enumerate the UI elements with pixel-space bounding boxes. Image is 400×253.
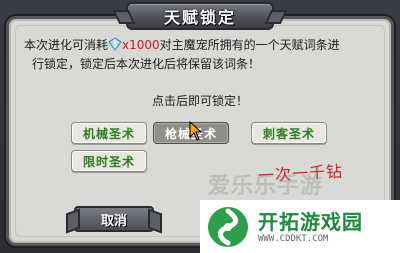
brand-logo-icon (206, 205, 250, 249)
dialog-title: 天赋锁定 (163, 8, 236, 27)
site-brand-banner: 开拓游戏园 WWW.CDDKT.COM (200, 200, 400, 253)
talent-option-assassin[interactable]: 刺客圣术 (251, 122, 327, 144)
talent-option-timed[interactable]: 限时圣术 (71, 150, 147, 172)
desc-suffix: 对主魔宠所拥有的一个天赋词条进 (159, 38, 340, 52)
pointer-cursor-icon (188, 120, 203, 141)
dialog-description: 本次进化可消耗 x1000对主魔宠所拥有的一个天赋词条进 行锁定，锁定后本次进化后… (24, 36, 376, 74)
desc-prefix: 本次进化可消耗 (24, 38, 109, 52)
cost-amount: x1000 (122, 38, 160, 52)
desc-line-2: 行锁定，锁定后本次进化后将保留该词条！ (32, 57, 261, 71)
tap-hint: 点击后即可锁定！ (151, 94, 248, 108)
brand-name: 开拓游戏园 (258, 209, 363, 234)
cancel-button[interactable]: 取消 (74, 206, 154, 232)
diamond-gem-icon (108, 37, 122, 51)
watermark-text: 爱乐乐手游 (208, 174, 324, 199)
brand-text: 开拓游戏园 WWW.CDDKT.COM (258, 210, 363, 244)
brand-url: WWW.CDDKT.COM (258, 233, 329, 244)
dialog-title-plate: 天赋锁定 (112, 2, 288, 30)
talent-option-mechanical[interactable]: 机械圣术 (71, 122, 147, 144)
